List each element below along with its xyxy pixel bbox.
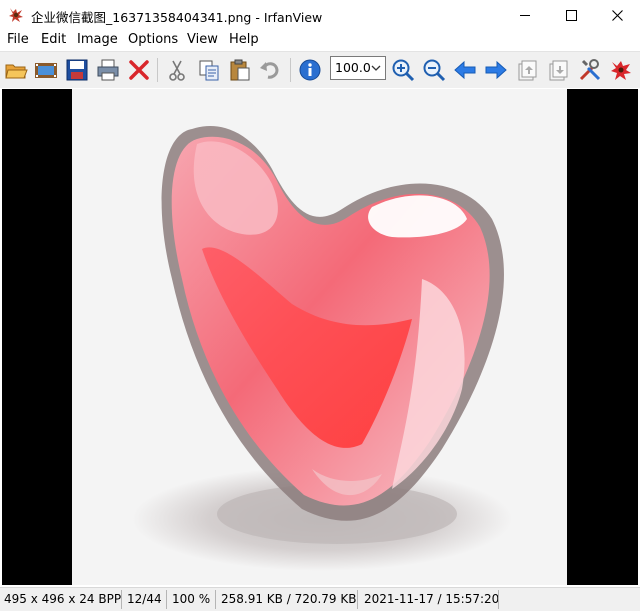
close-button[interactable]	[594, 0, 640, 31]
copy-icon	[199, 60, 219, 81]
last-page-icon	[549, 60, 568, 81]
status-separator	[357, 590, 358, 609]
status-separator	[121, 590, 122, 609]
title-bar: 企业微信截图_16371358404341.png - IrfanView	[0, 0, 640, 31]
first-page-button[interactable]	[513, 56, 541, 84]
paste-icon	[230, 59, 250, 81]
status-datetime: 2021-11-17 / 15:57:20	[364, 592, 500, 606]
next-button[interactable]	[482, 56, 510, 84]
menu-bar: File Edit Image Options View Help	[0, 31, 640, 51]
info-icon	[299, 59, 321, 81]
status-zoom: 100 %	[172, 592, 211, 606]
undo-icon	[260, 62, 279, 79]
paste-button[interactable]	[226, 56, 254, 84]
previous-icon	[454, 60, 476, 80]
window-title: 企业微信截图_16371358404341.png - IrfanView	[31, 10, 323, 25]
first-page-icon	[518, 60, 537, 81]
toolbar-separator	[290, 58, 291, 82]
status-dimensions: 495 x 496 x 24 BPP	[4, 592, 122, 606]
zoom-select[interactable]: 100.0	[330, 56, 386, 80]
status-file-size: 258.91 KB / 720.79 KB	[221, 592, 357, 606]
menu-file[interactable]: File	[7, 32, 29, 47]
open-folder-icon	[5, 64, 28, 79]
exit-button[interactable]	[607, 56, 635, 84]
delete-icon	[129, 60, 149, 80]
settings-button[interactable]	[576, 56, 604, 84]
print-button[interactable]	[94, 56, 122, 84]
zoom-out-icon	[423, 59, 446, 82]
toolbar	[0, 51, 640, 88]
minimize-button[interactable]	[502, 0, 548, 31]
status-separator	[498, 590, 499, 609]
menu-image[interactable]: Image	[77, 32, 118, 47]
cut-button[interactable]	[163, 56, 191, 84]
save-button[interactable]	[63, 56, 91, 84]
close-icon	[611, 10, 623, 21]
image-viewport[interactable]	[2, 89, 638, 585]
save-icon	[66, 59, 88, 81]
zoom-value: 100.0	[335, 60, 371, 75]
zoom-out-button[interactable]	[420, 56, 448, 84]
slideshow-button[interactable]	[32, 56, 60, 84]
open-button[interactable]	[2, 56, 30, 84]
minimize-icon	[520, 15, 530, 16]
maximize-icon	[565, 10, 577, 21]
copy-button[interactable]	[195, 56, 223, 84]
status-separator	[215, 590, 216, 609]
menu-options[interactable]: Options	[128, 32, 178, 47]
print-icon	[97, 59, 119, 81]
chevron-down-icon	[371, 65, 381, 71]
undo-button[interactable]	[256, 56, 284, 84]
status-separator	[166, 590, 167, 609]
cut-icon	[169, 60, 185, 81]
previous-button[interactable]	[451, 56, 479, 84]
menu-view[interactable]: View	[187, 32, 218, 47]
last-page-button[interactable]	[544, 56, 572, 84]
menu-help[interactable]: Help	[229, 32, 259, 47]
delete-button[interactable]	[125, 56, 153, 84]
maximize-button[interactable]	[548, 0, 594, 31]
slideshow-icon	[35, 63, 57, 78]
next-icon	[485, 60, 507, 80]
irfanview-cat-icon[interactable]	[7, 6, 25, 24]
status-bar: 495 x 496 x 24 BPP 12/44 100 % 258.91 KB…	[0, 587, 640, 611]
zoom-in-button[interactable]	[389, 56, 417, 84]
zoom-in-icon	[392, 59, 415, 82]
status-index: 12/44	[127, 592, 162, 606]
exit-icon	[611, 61, 631, 80]
settings-icon	[579, 59, 601, 81]
info-button[interactable]	[296, 56, 324, 84]
heart-image	[72, 89, 567, 585]
menu-edit[interactable]: Edit	[41, 32, 66, 47]
toolbar-separator	[157, 58, 158, 82]
